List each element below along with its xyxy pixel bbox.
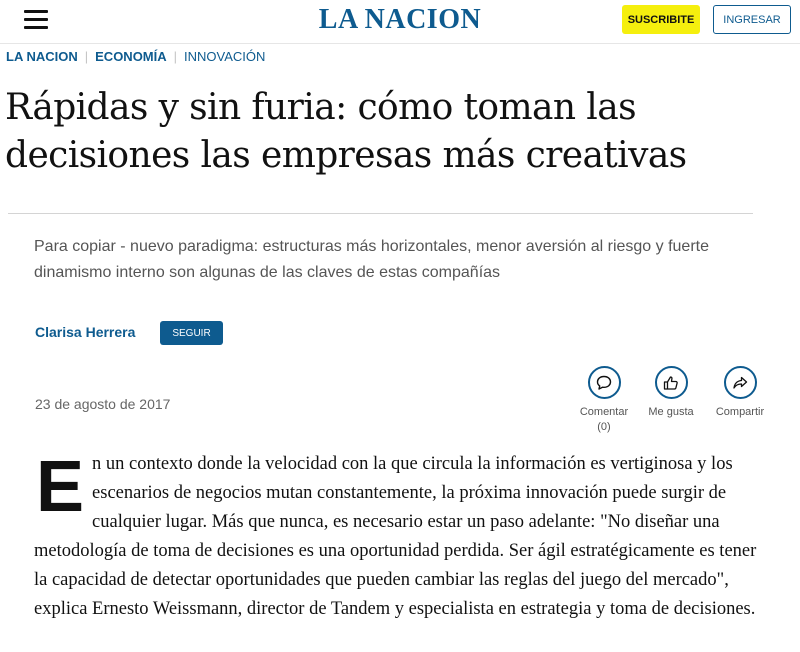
like-label: Me gusta (648, 406, 694, 418)
title-divider (8, 213, 753, 214)
like-icon (654, 366, 688, 399)
like-button[interactable]: Me gusta (636, 366, 706, 420)
article-body-text: n un contexto donde la velocidad con la … (34, 454, 757, 619)
breadcrumb-item-economia[interactable]: ECONOMÍA (95, 49, 167, 64)
drop-cap: E (36, 447, 85, 527)
comment-icon (587, 366, 621, 399)
article-title: Rápidas y sin furia: cómo toman las deci… (5, 87, 687, 176)
comment-count: (0) (597, 421, 611, 433)
subscribe-button[interactable]: SUSCRIBITE (622, 5, 700, 34)
breadcrumb: LA NACION | ECONOMÍA | INNOVACIÓN (6, 49, 265, 64)
login-button[interactable]: INGRESAR (713, 5, 791, 34)
follow-button[interactable]: SEGUIR (160, 321, 223, 345)
share-button[interactable]: Compartir (705, 366, 775, 420)
article-body: En un contexto donde la velocidad con la… (34, 450, 764, 624)
breadcrumb-separator: | (173, 49, 178, 64)
top-header: LA NACION SUSCRIBITE INGRESAR (0, 0, 800, 44)
menu-icon[interactable] (24, 10, 50, 30)
publish-date: 23 de agosto de 2017 (35, 396, 171, 412)
breadcrumb-item-home[interactable]: LA NACION (6, 49, 78, 64)
share-icon (723, 366, 757, 399)
comment-button[interactable]: Comentar (0) (569, 366, 639, 435)
author-name[interactable]: Clarisa Herrera (35, 324, 135, 340)
breadcrumb-separator: | (84, 49, 89, 64)
share-label: Compartir (715, 406, 765, 418)
comment-label: Comentar (579, 406, 629, 418)
article-subtitle: Para copiar - nuevo paradigma: estructur… (34, 238, 709, 281)
breadcrumb-item-innovacion[interactable]: INNOVACIÓN (184, 49, 265, 64)
